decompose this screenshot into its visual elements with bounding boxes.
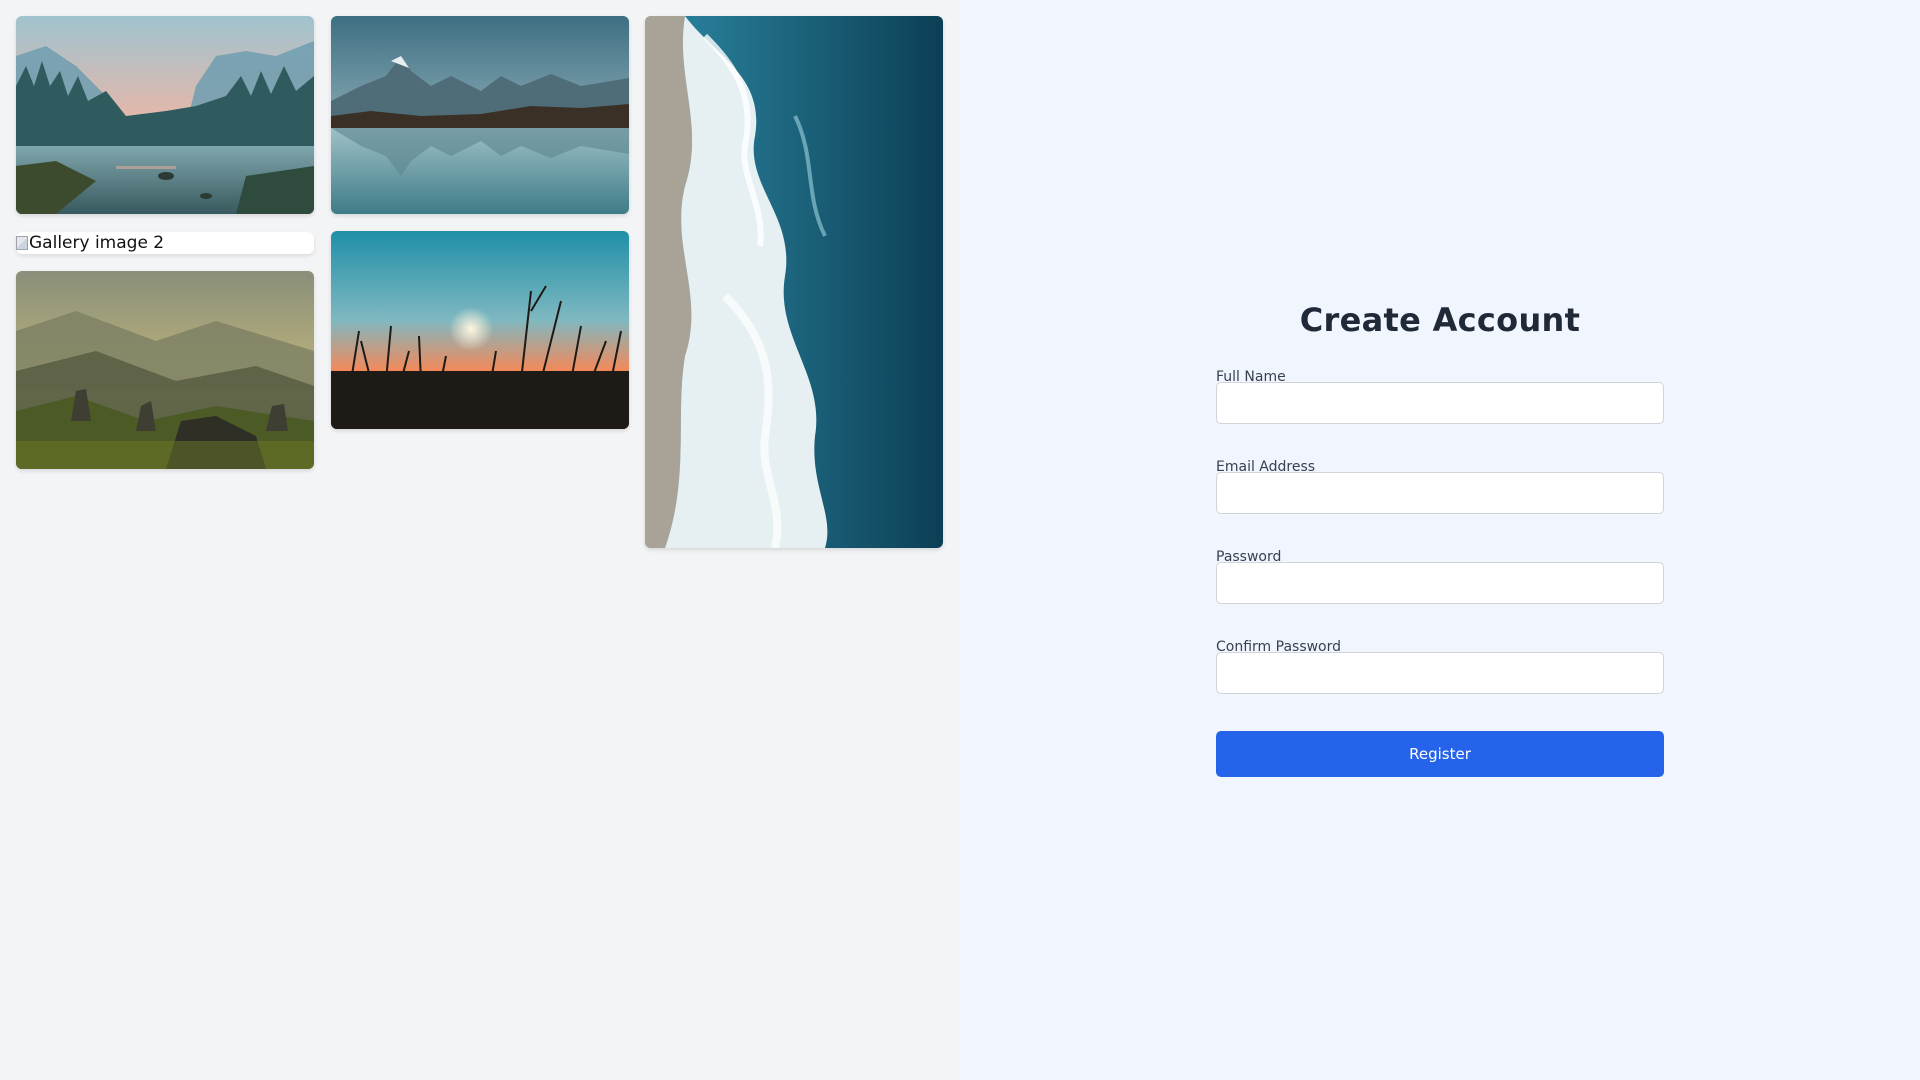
image-gallery: Gallery image 2 bbox=[0, 0, 960, 1080]
registration-form: Create Account Full Name Email Address P… bbox=[1216, 298, 1664, 777]
gallery-image-forest-lake[interactable] bbox=[16, 16, 314, 214]
broken-image-icon bbox=[16, 236, 28, 250]
broken-gallery-image[interactable]: Gallery image 2 bbox=[16, 232, 314, 254]
form-title: Create Account bbox=[1299, 301, 1581, 339]
gallery-image-misty-valley[interactable] bbox=[16, 271, 314, 469]
full-name-input[interactable] bbox=[1216, 382, 1664, 424]
password-input[interactable] bbox=[1216, 562, 1664, 604]
registration-panel: Create Account Full Name Email Address P… bbox=[960, 0, 1920, 1080]
broken-image-alt-text: Gallery image 2 bbox=[29, 233, 165, 253]
confirm-password-field: Confirm Password bbox=[1216, 638, 1664, 694]
gallery-image-sunset-grass[interactable] bbox=[331, 231, 629, 429]
password-field: Password bbox=[1216, 548, 1664, 604]
gallery-image-ocean-waves[interactable] bbox=[645, 16, 943, 548]
confirm-password-input[interactable] bbox=[1216, 652, 1664, 694]
email-field: Email Address bbox=[1216, 458, 1664, 514]
registration-page: Gallery image 2 Create Account Full Name… bbox=[0, 0, 1920, 1080]
full-name-field: Full Name bbox=[1216, 368, 1664, 424]
gallery-image-mountain-reflection[interactable] bbox=[331, 16, 629, 214]
email-input[interactable] bbox=[1216, 472, 1664, 514]
register-button[interactable]: Register bbox=[1216, 731, 1664, 777]
